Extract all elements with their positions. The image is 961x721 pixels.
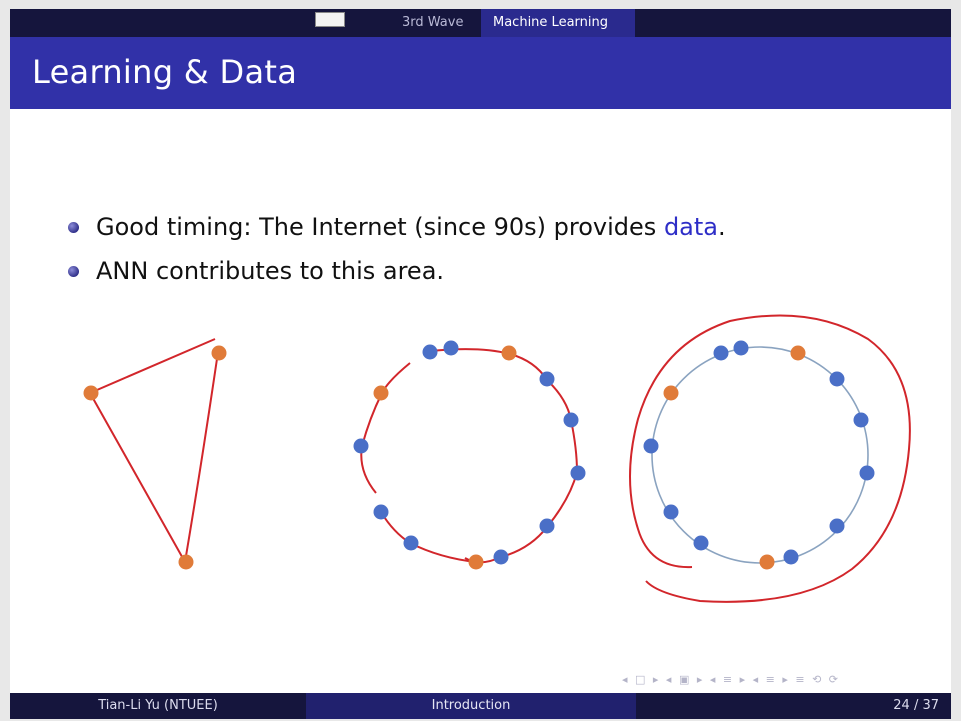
footer-bar: Tian-Li Yu (NTUEE) Introduction 24 / 37 [10,693,951,719]
blue-point [693,535,709,551]
orange-point [790,345,806,361]
figures-drawing [83,314,911,603]
blue-point [853,412,869,428]
beamer-navigation-icons[interactable]: ◂ □ ▸ ◂ ▣ ▸ ◂ ≡ ▸ ◂ ≡ ▸ ≡ ⟲ ⟳ [622,673,840,686]
footer-page-number: 24 / 37 [636,693,951,719]
blue-point [859,465,875,481]
page-number-text: 24 / 37 [893,698,939,713]
figure-circle-with-boundary [629,314,911,603]
orange-point [468,554,484,570]
blue-point [373,504,389,520]
orange-point [211,345,227,361]
slide: 3rd Wave Machine Learning Learning & Dat… [10,9,951,719]
blue-point [643,438,659,454]
blue-point [539,371,555,387]
footer-author: Tian-Li Yu (NTUEE) [10,693,306,719]
blue-point [539,518,555,534]
fit-curve-right [429,348,579,564]
blue-point [663,504,679,520]
footer-title: Introduction [306,693,636,719]
blue-point [570,465,586,481]
blue-point [422,344,438,360]
blue-point [829,371,845,387]
fit-curve-left [360,362,411,494]
blue-point [493,549,509,565]
blue-point [713,345,729,361]
orange-point [663,385,679,401]
orange-point [178,554,194,570]
blue-point [829,518,845,534]
orange-point [759,554,775,570]
triangle-ink [89,338,219,563]
figure-three-points [83,338,227,570]
blue-point [733,340,749,356]
orange-point [83,385,99,401]
orange-point [373,385,389,401]
figure-circle-partial-fit [353,340,586,570]
blue-point [443,340,459,356]
orange-point [501,345,517,361]
fit-curve-bottom [380,511,477,563]
blue-point [783,549,799,565]
blue-point [563,412,579,428]
blue-point [403,535,419,551]
blue-point [353,438,369,454]
